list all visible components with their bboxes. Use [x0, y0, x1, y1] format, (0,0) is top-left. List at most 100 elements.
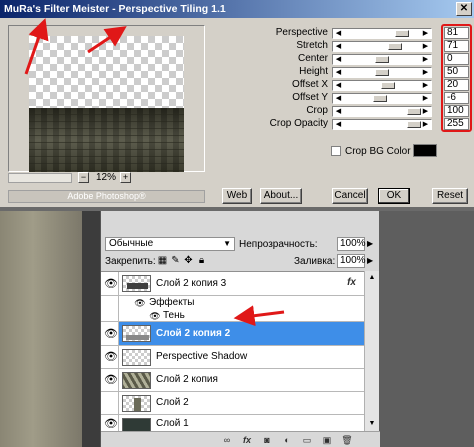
add-mask-icon[interactable]: ◙: [261, 434, 273, 446]
param-label-offset-y: Offset Y: [292, 92, 328, 103]
fill-input[interactable]: 100%: [337, 254, 366, 268]
about-button[interactable]: About...: [260, 188, 302, 204]
workspace-background: [379, 211, 474, 447]
close-button[interactable]: ✕: [456, 2, 472, 16]
slider-thumb[interactable]: [407, 108, 421, 115]
slider-thumb[interactable]: [407, 121, 421, 128]
layer-row[interactable]: 👁︎ Слой 2 копия 3 fx: [101, 272, 364, 296]
eye-icon[interactable]: 👁︎: [104, 418, 118, 430]
lock-move-icon[interactable]: ✥: [183, 255, 194, 266]
opacity-arrow-icon[interactable]: ▶: [367, 239, 373, 248]
new-layer-icon[interactable]: ▣: [321, 434, 333, 446]
delete-layer-icon[interactable]: 🗑︎: [341, 434, 353, 446]
eye-icon[interactable]: 👁︎: [149, 310, 161, 322]
effects-row[interactable]: 👁︎ Эффекты: [101, 296, 364, 309]
layer-row[interactable]: 👁︎ Слой 1: [101, 415, 364, 432]
slider-right-arrow-icon[interactable]: ▶: [421, 81, 430, 90]
layer-thumbnail: [122, 372, 151, 389]
visibility-cell[interactable]: [101, 392, 119, 414]
adjustment-layer-icon[interactable]: ◐: [281, 434, 293, 446]
new-group-icon[interactable]: ▭: [301, 434, 313, 446]
slider-right-arrow-icon[interactable]: ▶: [421, 107, 430, 116]
scroll-down-icon[interactable]: ▼: [366, 418, 378, 430]
slider-thumb[interactable]: [388, 43, 402, 50]
visibility-cell[interactable]: 👁︎: [101, 322, 119, 345]
slider-left-arrow-icon[interactable]: ◀: [334, 68, 343, 77]
slider-left-arrow-icon[interactable]: ◀: [334, 29, 343, 38]
layer-thumbnail: [122, 395, 151, 412]
layer-row[interactable]: 👁︎ Perspective Shadow: [101, 346, 364, 369]
zoom-in-button[interactable]: +: [120, 172, 131, 183]
web-button[interactable]: Web: [222, 188, 252, 204]
slider-thumb[interactable]: [373, 95, 387, 102]
stretch-slider[interactable]: ◀ ▶: [332, 41, 432, 52]
crop-bg-color-checkbox[interactable]: [331, 146, 341, 156]
document-canvas-edge: [82, 211, 100, 447]
crop-opacity-slider[interactable]: ◀ ▶: [332, 119, 432, 130]
slider-left-arrow-icon[interactable]: ◀: [334, 55, 343, 64]
eye-icon[interactable]: 👁︎: [104, 374, 118, 386]
eye-icon[interactable]: 👁︎: [104, 351, 118, 363]
slider-left-arrow-icon[interactable]: ◀: [334, 94, 343, 103]
layer-row[interactable]: Слой 2: [101, 392, 364, 415]
blend-mode-select[interactable]: Обычные ▼: [105, 237, 235, 251]
reset-button[interactable]: Reset: [432, 188, 468, 204]
layer-row[interactable]: 👁︎ Слой 2 копия: [101, 369, 364, 392]
eye-icon[interactable]: 👁︎: [104, 328, 118, 340]
dialog-title: MuRa's Filter Meister - Perspective Tili…: [4, 3, 226, 15]
fx-icon[interactable]: fx: [241, 434, 253, 446]
slider-right-arrow-icon[interactable]: ▶: [421, 68, 430, 77]
slider-thumb[interactable]: [395, 30, 409, 37]
slider-thumb[interactable]: [375, 69, 389, 76]
lock-all-icon[interactable]: 🔒︎: [196, 255, 207, 266]
visibility-cell[interactable]: 👁︎: [101, 346, 119, 368]
crop-bg-color-swatch[interactable]: [413, 144, 437, 157]
visibility-cell[interactable]: [101, 296, 119, 309]
center-slider[interactable]: ◀ ▶: [332, 54, 432, 65]
slider-left-arrow-icon[interactable]: ◀: [334, 42, 343, 51]
visibility-cell[interactable]: 👁︎: [101, 272, 119, 295]
slider-thumb[interactable]: [375, 56, 389, 63]
slider-right-arrow-icon[interactable]: ▶: [421, 29, 430, 38]
transparency-checkerboard: [29, 36, 184, 108]
layer-list-scrollbar[interactable]: ▲ ▼: [364, 271, 379, 431]
crop-bg-color-label: Crop BG Color: [345, 146, 411, 157]
eye-icon[interactable]: 👁︎: [134, 297, 146, 309]
slider-right-arrow-icon[interactable]: ▶: [421, 42, 430, 51]
lock-transparent-icon[interactable]: ▦: [157, 255, 168, 266]
eye-icon[interactable]: 👁︎: [104, 278, 118, 290]
visibility-cell[interactable]: 👁︎: [101, 369, 119, 391]
fx-icon[interactable]: fx: [347, 277, 356, 288]
scroll-up-icon[interactable]: ▲: [366, 272, 378, 284]
offset-y-slider[interactable]: ◀ ▶: [332, 93, 432, 104]
layer-list: 👁︎ Слой 2 копия 3 fx 👁︎ Эффекты 👁︎ Тень …: [101, 271, 364, 432]
dialog-titlebar[interactable]: MuRa's Filter Meister - Perspective Tili…: [0, 0, 474, 18]
visibility-cell[interactable]: 👁︎: [101, 415, 119, 432]
slider-left-arrow-icon[interactable]: ◀: [334, 81, 343, 90]
perspective-slider[interactable]: ◀ ▶: [332, 28, 432, 39]
slider-left-arrow-icon[interactable]: ◀: [334, 107, 343, 116]
visibility-cell[interactable]: [101, 309, 119, 321]
slider-right-arrow-icon[interactable]: ▶: [421, 94, 430, 103]
offset-x-slider[interactable]: ◀ ▶: [332, 80, 432, 91]
zoom-out-button[interactable]: −: [78, 172, 89, 183]
preview-scrollbar[interactable]: [8, 173, 72, 183]
link-layers-icon[interactable]: ∞: [221, 434, 233, 446]
layer-thumbnail-content: [126, 335, 149, 340]
slider-right-arrow-icon[interactable]: ▶: [421, 55, 430, 64]
crop-slider[interactable]: ◀ ▶: [332, 106, 432, 117]
slider-thumb[interactable]: [381, 82, 395, 89]
param-label-height: Height: [299, 66, 328, 77]
height-slider[interactable]: ◀ ▶: [332, 67, 432, 78]
layer-thumbnail-content: [123, 373, 150, 388]
slider-left-arrow-icon[interactable]: ◀: [334, 120, 343, 129]
preview-area[interactable]: [8, 25, 205, 172]
cancel-button[interactable]: Cancel: [332, 188, 368, 204]
opacity-input[interactable]: 100%: [337, 237, 366, 251]
ok-button[interactable]: OK: [378, 188, 410, 204]
layer-row-selected[interactable]: 👁︎ Слой 2 копия 2: [101, 322, 364, 346]
lock-brush-icon[interactable]: ✎: [170, 255, 181, 266]
slider-right-arrow-icon[interactable]: ▶: [421, 120, 430, 129]
fill-arrow-icon[interactable]: ▶: [367, 256, 373, 265]
shadow-effect-row[interactable]: 👁︎ Тень: [101, 309, 364, 322]
